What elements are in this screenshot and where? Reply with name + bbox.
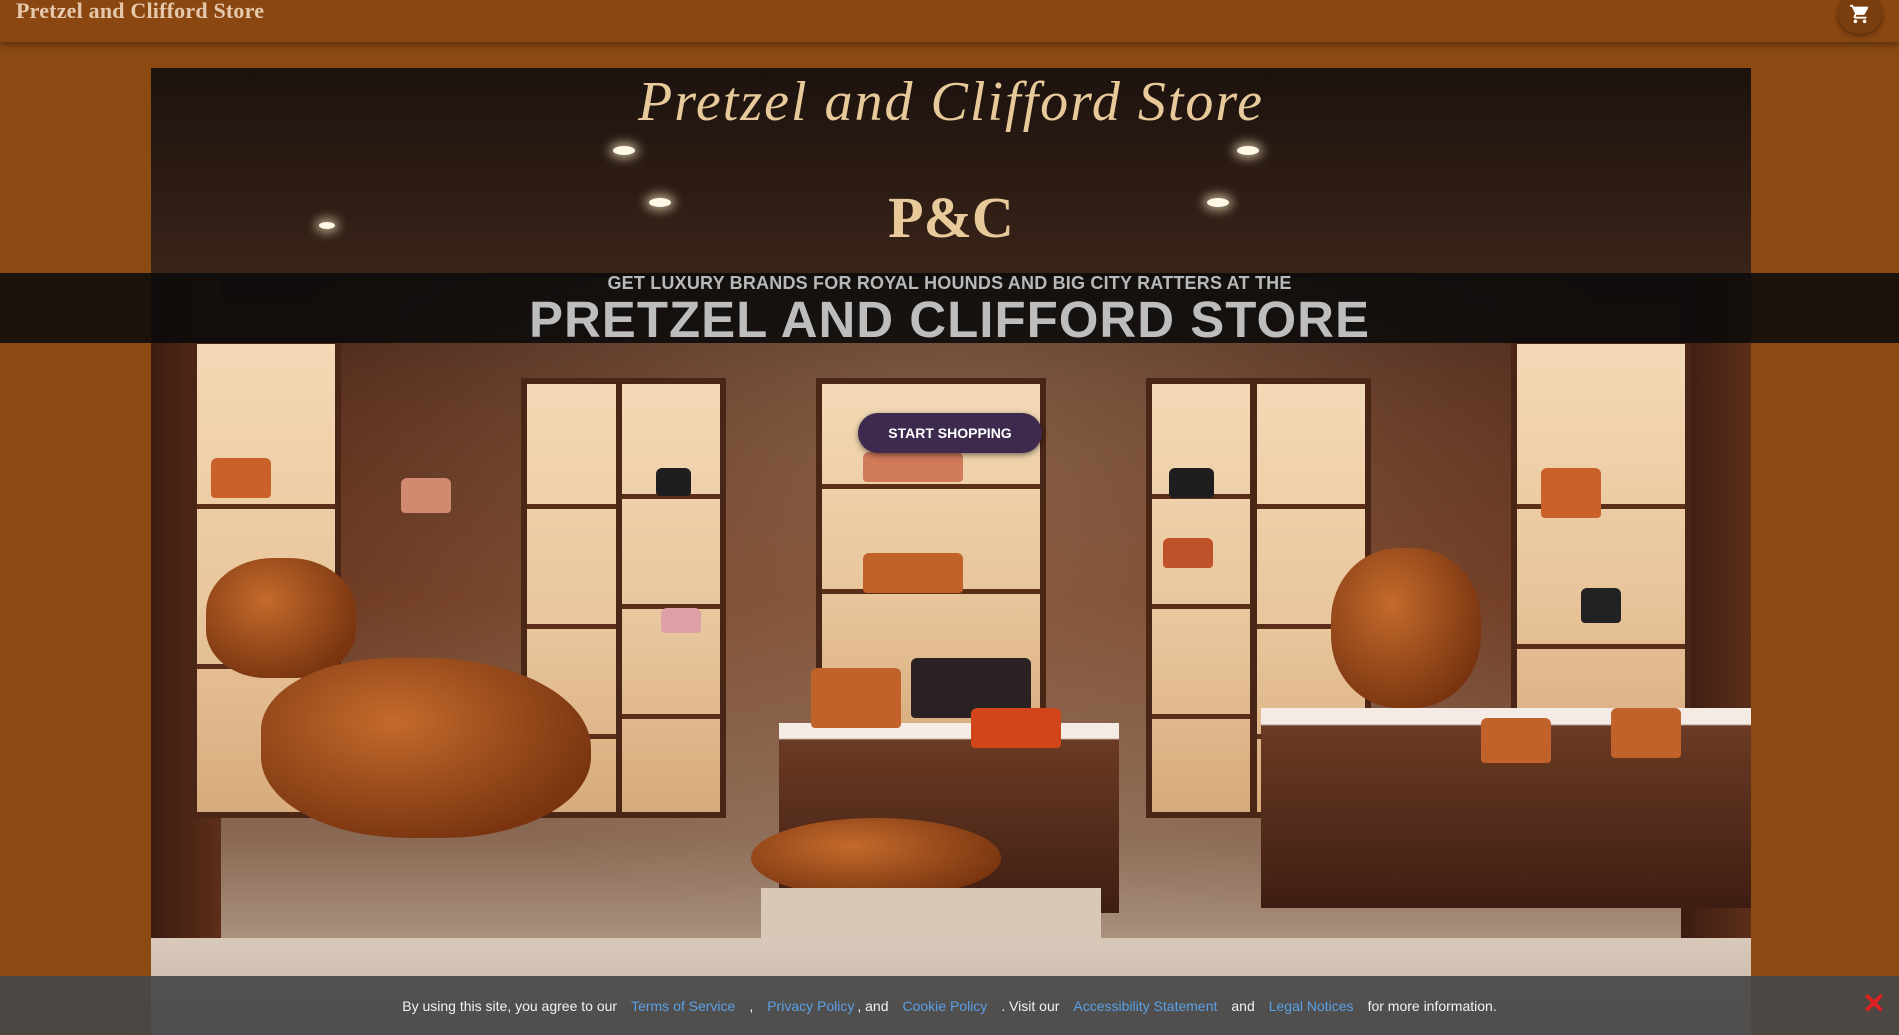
legal-notices-link[interactable]: Legal Notices xyxy=(1269,998,1354,1014)
handbag xyxy=(1169,468,1214,498)
handbag xyxy=(971,708,1061,748)
handbag xyxy=(811,668,901,728)
ceiling-lamp xyxy=(1237,146,1259,155)
store-monogram: P&C xyxy=(888,185,1014,250)
hero-headline: PRETZEL AND CLIFFORD STORE xyxy=(528,291,1371,348)
cart-button[interactable] xyxy=(1838,0,1882,34)
dachshund-figure xyxy=(261,658,591,838)
close-x-icon[interactable]: ✕ xyxy=(1862,990,1886,1018)
handbag xyxy=(1611,708,1681,758)
cookie-text: , xyxy=(749,997,754,1014)
privacy-policy-link[interactable]: Privacy Policy xyxy=(767,998,854,1014)
store-brand-title[interactable]: Pretzel and Clifford Store xyxy=(16,0,264,24)
dachshund-figure xyxy=(1331,548,1481,708)
handbag xyxy=(656,468,691,496)
start-shopping-button[interactable]: START SHOPPING xyxy=(858,413,1042,453)
handbag xyxy=(863,452,963,482)
handbag xyxy=(211,458,271,498)
display-shelf xyxy=(1146,378,1256,818)
cookie-text: , and xyxy=(857,997,889,1014)
right-wall xyxy=(1681,278,1751,1035)
top-navbar: Pretzel and Clifford Store xyxy=(0,0,1899,42)
handbag xyxy=(1481,718,1551,763)
hero-headline-band: GET LUXURY BRANDS FOR ROYAL HOUNDS AND B… xyxy=(0,273,1899,348)
store-sign-text: Pretzel and Clifford Store xyxy=(638,71,1264,133)
cookie-text: for more information. xyxy=(1367,997,1497,1014)
display-pedestal xyxy=(761,888,1101,938)
dachshund-figure xyxy=(206,558,356,678)
handbag xyxy=(401,478,451,513)
hero-store-image: Pretzel and Clifford Store P&C xyxy=(151,68,1751,1035)
cookie-policy-link[interactable]: Cookie Policy xyxy=(902,998,987,1014)
display-shelf xyxy=(616,378,726,818)
ceiling-lamp xyxy=(613,146,635,155)
handbag xyxy=(1163,538,1213,568)
handbag xyxy=(863,553,963,593)
cookie-text: and xyxy=(1231,997,1255,1014)
shopping-cart-icon xyxy=(1849,4,1869,24)
terms-of-service-link[interactable]: Terms of Service xyxy=(631,998,735,1014)
cookie-text: By using this site, you agree to our xyxy=(402,997,618,1014)
handbag xyxy=(661,608,701,633)
handbag xyxy=(1541,468,1601,518)
handbag xyxy=(1581,588,1621,623)
cookie-text: . Visit our xyxy=(1001,997,1060,1014)
cookie-notice-bar: By using this site, you agree to our Ter… xyxy=(0,976,1899,1035)
accessibility-statement-link[interactable]: Accessibility Statement xyxy=(1073,998,1217,1014)
dachshund-figure xyxy=(751,818,1001,898)
